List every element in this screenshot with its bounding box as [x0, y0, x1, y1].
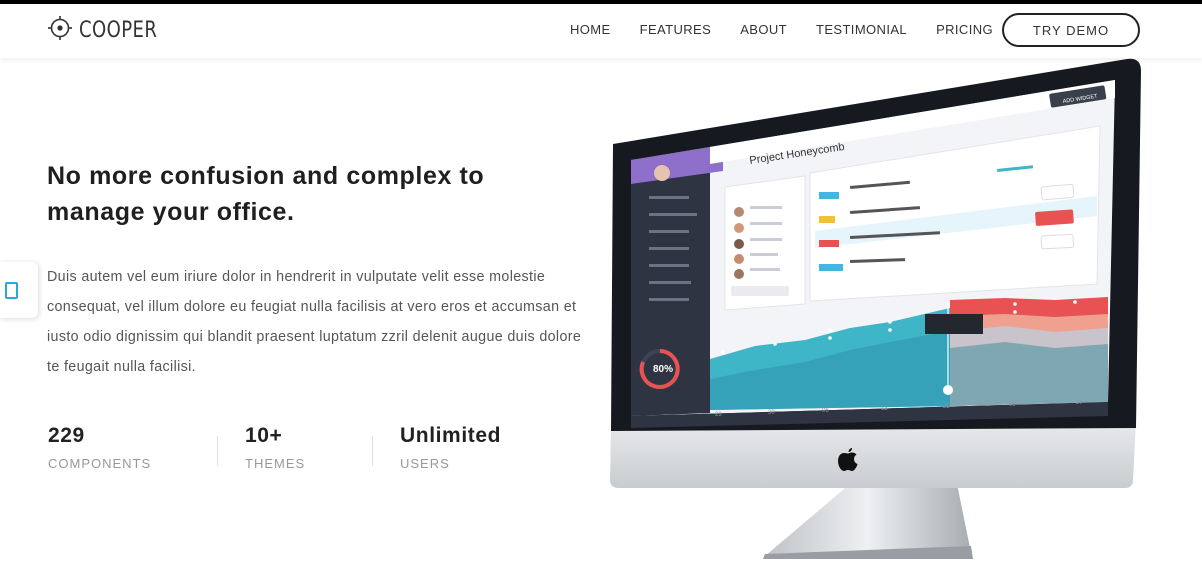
brand-name: COOPER — [79, 18, 158, 43]
nav-testimonial[interactable]: TESTIMONIAL — [816, 22, 907, 37]
stat-value: 229 — [48, 424, 85, 447]
axis-day: 09 — [1009, 402, 1016, 408]
side-tab-icon — [4, 281, 18, 299]
navbar: COOPER HOME FEATURES ABOUT TESTIMONIAL P… — [0, 4, 1202, 58]
axis-day: 27 — [1076, 400, 1083, 406]
hero-body: Duis autem vel eum iriure dolor in hendr… — [47, 269, 582, 375]
axis-day: 23 — [715, 412, 722, 418]
stat-label: THEMES — [245, 456, 306, 471]
axis-day: 06 — [822, 408, 829, 414]
nav-home[interactable]: HOME — [570, 22, 611, 37]
main-menu: HOME FEATURES ABOUT TESTIMONIAL PRICING — [570, 22, 1022, 37]
completion-value: 80% — [653, 364, 673, 375]
crosshair-icon — [47, 15, 73, 46]
axis-day: 22 — [943, 404, 950, 410]
nav-pricing[interactable]: PRICING — [936, 22, 993, 37]
hero-headline: No more confusion and complex to manage … — [47, 158, 587, 230]
imac-mockup: 80% Project Honeycomb ADD WIDGET 23 30 0… — [605, 56, 1145, 564]
stat-components: 229 COMPONENTS — [48, 424, 151, 471]
stat-value: Unlimited — [400, 424, 502, 447]
stat-label: USERS — [400, 456, 450, 471]
stat-themes: 10+ THEMES — [245, 424, 305, 471]
axis-day: 13 — [881, 406, 888, 412]
stat-value: 10+ — [245, 424, 283, 447]
nav-about[interactable]: ABOUT — [740, 22, 787, 37]
side-widget-tab[interactable] — [0, 262, 38, 318]
stat-divider — [217, 436, 218, 466]
hero-headline-line1: No more confusion and complex to — [47, 162, 485, 190]
file-push-button[interactable] — [1040, 233, 1075, 250]
imac-chin — [610, 421, 1136, 488]
brand-logo[interactable]: COOPER — [47, 15, 174, 46]
try-demo-button[interactable]: TRY DEMO — [1002, 13, 1140, 47]
stat-users: Unlimited USERS — [400, 424, 501, 471]
chart-tooltip — [925, 314, 983, 334]
axis-day: 30 — [768, 410, 775, 416]
nav-features[interactable]: FEATURES — [640, 22, 712, 37]
hero-headline-line2: manage your office. — [47, 198, 295, 226]
stat-label: COMPONENTS — [48, 456, 152, 471]
imac-stand — [763, 484, 973, 559]
file-view-button[interactable] — [1040, 183, 1075, 201]
stat-divider — [372, 436, 373, 466]
file-review-button[interactable] — [1035, 209, 1074, 226]
